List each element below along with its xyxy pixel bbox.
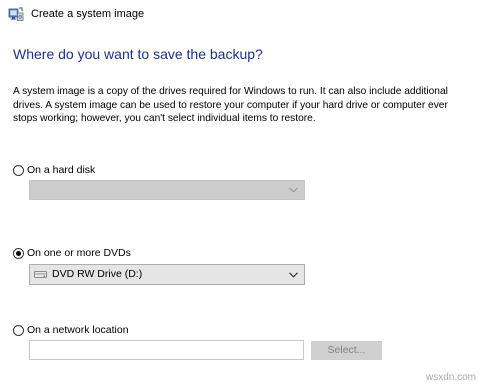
page-heading: Where do you want to save the backup? xyxy=(13,46,263,62)
select-button[interactable]: Select... xyxy=(311,341,382,360)
hard-disk-radio[interactable] xyxy=(13,164,24,176)
hard-disk-option[interactable]: On a hard disk xyxy=(13,163,95,177)
watermark: wsxdn.com xyxy=(425,372,476,383)
hard-disk-dropdown xyxy=(29,180,305,200)
description-text: A system image is a copy of the drives r… xyxy=(13,86,448,124)
dvd-radio[interactable] xyxy=(13,247,24,259)
dvd-label: On one or more DVDs xyxy=(27,246,131,259)
hard-disk-label: On a hard disk xyxy=(27,163,96,176)
chevron-down-icon[interactable] xyxy=(289,271,298,278)
network-radio[interactable] xyxy=(13,324,24,336)
network-location-input[interactable] xyxy=(29,340,304,360)
dvd-drive-dropdown[interactable]: DVD RW Drive (D:) xyxy=(29,264,305,285)
system-image-icon xyxy=(8,6,24,22)
window-title: Create a system image xyxy=(31,8,145,20)
dvd-drive-icon xyxy=(34,271,47,278)
network-option[interactable]: On a network location xyxy=(13,323,129,337)
dvd-drive-value: DVD RW Drive (D:) xyxy=(52,268,143,280)
dvd-option[interactable]: On one or more DVDs xyxy=(13,246,131,260)
chevron-down-icon xyxy=(289,187,298,193)
network-label: On a network location xyxy=(27,323,129,336)
